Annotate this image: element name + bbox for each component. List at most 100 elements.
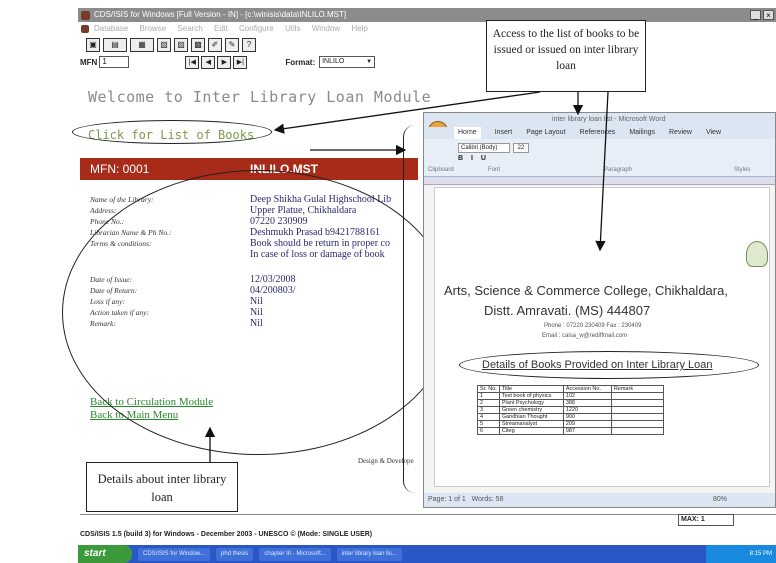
format-buttons[interactable]: B I U [458, 155, 489, 162]
table-row: 5 Streamanalyst 209 [477, 420, 664, 428]
table-cell: Plant Psychology [498, 399, 564, 407]
table-cell: 1220 [562, 406, 612, 414]
annotation-bracket [403, 125, 417, 493]
annotation-ellipse-title [459, 351, 759, 379]
table-cell: 987 [562, 427, 612, 435]
previous-record-icon[interactable]: ◀ [201, 55, 216, 69]
pencil-icon[interactable]: ✎ [225, 38, 239, 52]
first-record-icon[interactable]: |◀ [185, 55, 200, 69]
record-mfn: MFN: 0001 [90, 162, 150, 176]
word-count: Words: 58 [471, 496, 504, 503]
taskbar-item[interactable]: chapter III - Microsoft... [259, 547, 331, 561]
tab-review[interactable]: Review [669, 127, 692, 139]
doc-heading-address: Distt. Amravati. (MS) 444807 [484, 303, 651, 318]
tab-view[interactable]: View [706, 127, 721, 139]
table-cell: 4 [477, 413, 500, 421]
callout-details: Details about inter library loan [86, 462, 238, 512]
table-cell: Citeg [498, 427, 564, 435]
menu-help[interactable]: Help [351, 24, 367, 33]
welcome-heading: Welcome to Inter Library Loan Module [88, 88, 432, 106]
start-button[interactable]: start [78, 545, 132, 563]
group-clipboard: Clipboard [428, 167, 454, 173]
export-icon[interactable]: ▨ [174, 38, 188, 52]
menu-window[interactable]: Window [312, 24, 340, 33]
minimize-button[interactable]: _ [750, 10, 761, 20]
taskbar-item[interactable]: inter library loan lis... [336, 547, 402, 561]
table-cell: 388 [562, 399, 612, 407]
table-cell: Text book of physics [498, 392, 564, 400]
menu-database[interactable]: Database [94, 24, 128, 33]
last-record-icon[interactable]: ▶| [233, 55, 248, 69]
taskbar-item[interactable]: CDS/ISIS for Window... [138, 547, 211, 561]
window-title-bar: CDS/ISIS for Windows [Full Version - IN]… [78, 8, 776, 22]
taskbar-item[interactable]: phd thesis [216, 547, 254, 561]
close-button[interactable]: × [763, 10, 774, 20]
toolbar: ▣ ▤ ▦ ▧ ▨ ▩ ✐ ✎ ? [86, 38, 256, 52]
format-select[interactable]: INLILO [319, 56, 376, 68]
table-cell: 1 [477, 392, 500, 400]
bottom-divider [80, 514, 776, 528]
word-window: inter library loan list - Microsoft Word… [423, 112, 776, 508]
table-row: 2 Plant Psychology 388 [477, 399, 664, 407]
table-cell [610, 399, 664, 407]
ruler[interactable] [424, 177, 775, 185]
table-cell: 209 [562, 420, 612, 428]
edit-icon[interactable]: ✐ [208, 38, 222, 52]
zoom-level[interactable]: 80% [713, 493, 727, 507]
menu-configure[interactable]: Configure [239, 24, 274, 33]
menu-browse[interactable]: Browse [139, 24, 166, 33]
print-icon[interactable]: ▧ [157, 38, 171, 52]
ribbon: Calibri (Body) 22 B I U Clipboard Font P… [424, 139, 775, 177]
doc-heading-college: Arts, Science & Commerce College, Chikha… [444, 283, 728, 298]
table-cell: 102 [562, 392, 612, 400]
menu-edit[interactable]: Edit [214, 24, 228, 33]
grid-icon[interactable]: ▩ [191, 38, 205, 52]
table-header: Sr. No. [477, 385, 500, 393]
table-cell [610, 420, 664, 428]
tab-mailings[interactable]: Mailings [629, 127, 655, 139]
format-label: Format: [285, 57, 316, 67]
table-cell: 5 [477, 420, 500, 428]
next-record-icon[interactable]: ▶ [217, 55, 232, 69]
system-clock: 8:15 PM [706, 545, 776, 563]
table-cell: Gandhian Thought [498, 413, 564, 421]
menu-search[interactable]: Search [177, 24, 202, 33]
doc-email: Email : caisa_w@rediffmail.com [542, 333, 628, 339]
table-cell [610, 427, 664, 435]
table-row: 3 Green chemistry 1220 [477, 406, 664, 414]
table-cell [610, 392, 664, 400]
app-status-bar: CDS/ISIS 1.5 (build 3) for Windows - Dec… [80, 531, 373, 538]
college-logo [746, 241, 768, 267]
font-select[interactable]: Calibri (Body) [458, 143, 510, 153]
help-icon[interactable]: ? [242, 38, 256, 52]
table-cell: 2 [477, 399, 500, 407]
tab-home[interactable]: Home [454, 127, 481, 139]
table-cell: 6 [477, 427, 500, 435]
table-row: 4 Gandhian Thought 900 [477, 413, 664, 421]
mfn-input[interactable]: 1 [99, 56, 130, 68]
app-icon [81, 11, 90, 20]
word-title-bar: inter library loan list - Microsoft Word [424, 113, 775, 127]
document-icon [81, 25, 89, 33]
menu-utils[interactable]: Utils [285, 24, 301, 33]
search-icon[interactable]: ▦ [130, 38, 154, 52]
group-styles: Styles [734, 167, 751, 173]
mfn-label: MFN [80, 57, 98, 67]
table-cell: 3 [477, 406, 500, 414]
table-cell: Green chemistry [498, 406, 564, 414]
tab-insert[interactable]: Insert [495, 127, 513, 139]
record-navigation: MFN 1 |◀ ◀ ▶ ▶| Format: INLILO [80, 55, 376, 69]
tab-page-layout[interactable]: Page Layout [526, 127, 565, 139]
taskbar: start CDS/ISIS for Window... phd thesis … [78, 545, 776, 563]
menu-bar: Database Browse Search Edit Configure Ut… [78, 23, 776, 35]
open-icon[interactable]: ▣ [86, 38, 100, 52]
table-cell: 900 [562, 413, 612, 421]
table-cell: Streamanalyst [498, 420, 564, 428]
max-records: MAX: 1 [678, 514, 734, 526]
page-count: Page: 1 of 1 [428, 496, 466, 503]
table-header: Remark [610, 385, 664, 393]
callout-list-access: Access to the list of books to be issued… [486, 20, 646, 92]
font-size-select[interactable]: 22 [513, 143, 529, 153]
tab-references[interactable]: References [580, 127, 616, 139]
browse-icon[interactable]: ▤ [103, 38, 127, 52]
